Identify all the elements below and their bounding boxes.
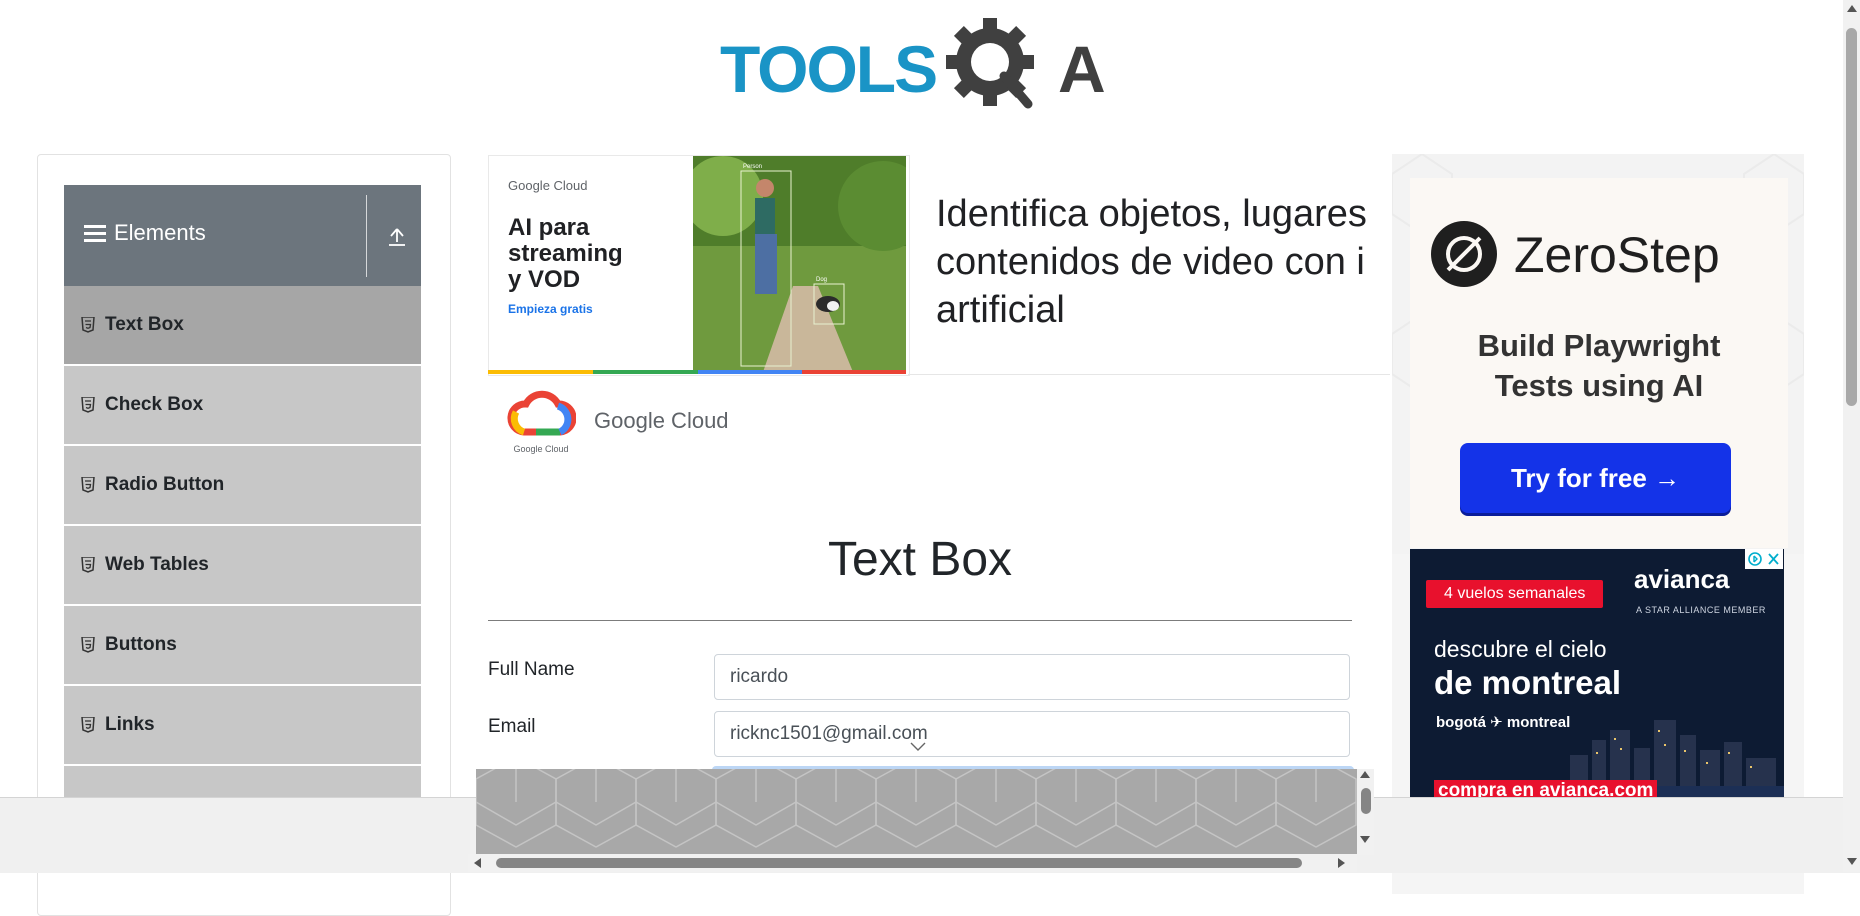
- avianca-brand: avianca: [1634, 564, 1730, 594]
- ad-headline-line: streaming: [508, 240, 623, 267]
- chevron-down-icon[interactable]: [910, 742, 926, 752]
- html5-icon: [81, 477, 95, 493]
- full-name-value: ricardo: [730, 666, 789, 687]
- upload-arrow-icon: [389, 228, 405, 246]
- gear-magnifier-icon: [946, 18, 1034, 109]
- html5-icon: [81, 557, 95, 573]
- html5-icon: [81, 397, 95, 413]
- toolsqa-logo[interactable]: TOOLS A: [720, 18, 1126, 114]
- sidebar-item-label: Web Tables: [105, 554, 209, 575]
- sidebar-item-buttons[interactable]: Buttons: [64, 606, 421, 686]
- collapse-toggle[interactable]: [386, 226, 408, 248]
- email-value: ricknc1501@gmail.com: [730, 723, 928, 744]
- adchoices-icon[interactable]: [1745, 549, 1783, 569]
- advertiser-name[interactable]: Google Cloud: [594, 408, 729, 434]
- logo-text-tools: TOOLS: [720, 32, 936, 106]
- sidebar-group-label: Elements: [114, 220, 206, 245]
- sidebar-item-web-tables[interactable]: Web Tables: [64, 526, 421, 606]
- ad-brand-small: Google Cloud: [508, 178, 588, 193]
- avianca-route: bogotá ✈ montreal: [1436, 714, 1571, 731]
- avianca-line-2: de montreal: [1434, 664, 1622, 701]
- ad-headline-line: AI para: [508, 214, 590, 241]
- avianca-line-1: descubre el cielo: [1434, 636, 1607, 662]
- scroll-left-arrow-icon[interactable]: [474, 858, 481, 868]
- email-label: Email: [488, 716, 536, 737]
- ad-photo-tag: Person: [743, 164, 762, 170]
- ad-photo-tag: Dog: [816, 277, 827, 283]
- google-cloud-logo-caption: Google Cloud: [513, 444, 568, 454]
- sidebar-item-text-box[interactable]: Text Box: [64, 286, 421, 366]
- ad-main-text-line: contenidos de video con i: [936, 241, 1365, 283]
- page-scroll-up-arrow-icon[interactable]: [1847, 5, 1857, 12]
- sidebar-item-links[interactable]: Links: [64, 686, 421, 766]
- try-for-free-button[interactable]: Try for free →: [1460, 443, 1731, 513]
- zerostep-logo-icon: [1431, 221, 1497, 287]
- sidebar-item-label: Check Box: [105, 394, 204, 415]
- header-divider: [366, 195, 367, 277]
- frame-vertical-scroll-thumb[interactable]: [1361, 788, 1371, 814]
- sidebar-item-label: Buttons: [105, 634, 177, 655]
- bottom-ad-frame[interactable]: [476, 769, 1357, 855]
- ad-divider: [908, 374, 1390, 375]
- sidebar-group-title[interactable]: Elements: [84, 220, 206, 246]
- sidebar-item-label: Radio Button: [105, 474, 225, 495]
- page-scroll-thumb[interactable]: [1846, 28, 1857, 406]
- zerostep-tagline-line: Tests using AI: [1494, 368, 1704, 403]
- hamburger-icon: [84, 225, 106, 242]
- cloud-icon: Google Cloud: [507, 390, 577, 454]
- frame-horizontal-scroll-thumb[interactable]: [496, 858, 1302, 868]
- scroll-down-arrow-icon[interactable]: [1360, 836, 1370, 843]
- page-scroll-down-arrow-icon[interactable]: [1847, 858, 1857, 865]
- full-name-input[interactable]: ricardo: [714, 654, 1350, 700]
- ad-main-text-line: artificial: [936, 289, 1065, 331]
- full-name-label: Full Name: [488, 659, 575, 680]
- html5-icon: [81, 637, 95, 653]
- email-input[interactable]: ricknc1501@gmail.com: [714, 711, 1350, 757]
- ad-photo[interactable]: Person Dog: [693, 156, 906, 372]
- ad-main-text[interactable]: Identifica objetos, lugares contenidos d…: [936, 190, 1394, 334]
- ad-headline-line: y VOD: [508, 266, 581, 293]
- scroll-up-arrow-icon[interactable]: [1360, 771, 1370, 778]
- logo-text-a: A: [1058, 32, 1106, 106]
- google-cloud-logo[interactable]: Google Cloud: [506, 384, 577, 456]
- zerostep-name: ZeroStep: [1514, 227, 1720, 283]
- ad-color-strip: [488, 370, 906, 374]
- ad-cta-link[interactable]: Empieza gratis: [508, 302, 593, 316]
- avianca-brand-sub: A STAR ALLIANCE MEMBER: [1636, 605, 1766, 615]
- zerostep-tagline-line: Build Playwright: [1477, 328, 1721, 363]
- html5-icon: [81, 317, 95, 333]
- sidebar-item-check-box[interactable]: Check Box: [64, 366, 421, 446]
- ad-headline: AI para streaming y VOD: [508, 215, 678, 293]
- page-title: Text Box: [827, 533, 1013, 586]
- ad-main-text-line: Identifica objetos, lugares: [936, 193, 1367, 235]
- title-divider: [488, 620, 1352, 621]
- html5-icon: [81, 717, 95, 733]
- sidebar-item-label: Text Box: [105, 314, 184, 335]
- sidebar-item-label: Links: [105, 714, 155, 735]
- scroll-right-arrow-icon[interactable]: [1338, 858, 1345, 868]
- sidebar-item-radio-button[interactable]: Radio Button: [64, 446, 421, 526]
- avianca-badge: 4 vuelos semanales: [1426, 580, 1604, 608]
- zerostep-tagline: Build Playwright Tests using AI: [1410, 326, 1788, 406]
